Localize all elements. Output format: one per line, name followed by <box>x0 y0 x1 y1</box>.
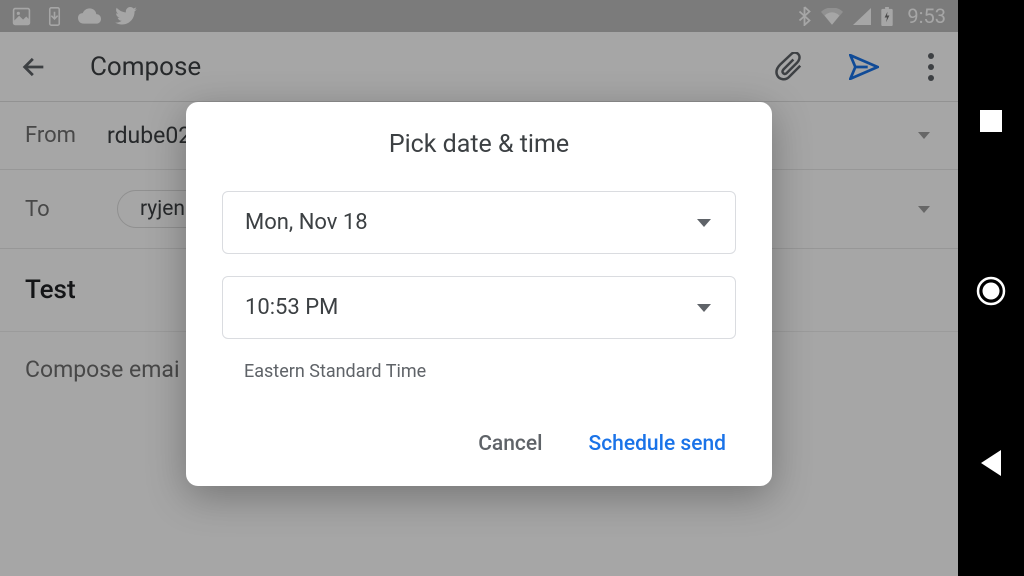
nav-back-icon[interactable] <box>981 450 1001 476</box>
nav-home-icon[interactable] <box>976 276 1006 306</box>
dropdown-caret-icon <box>697 219 711 227</box>
cancel-button[interactable]: Cancel <box>474 424 546 464</box>
time-value: 10:53 PM <box>245 295 338 320</box>
schedule-send-button[interactable]: Schedule send <box>584 424 730 464</box>
dropdown-caret-icon <box>697 304 711 312</box>
dialog-title: Pick date & time <box>222 130 736 159</box>
date-picker[interactable]: Mon, Nov 18 <box>222 191 736 254</box>
system-nav-bar <box>958 0 1024 576</box>
timezone-label: Eastern Standard Time <box>244 361 736 382</box>
date-value: Mon, Nov 18 <box>245 210 368 235</box>
time-picker[interactable]: 10:53 PM <box>222 276 736 339</box>
schedule-dialog: Pick date & time Mon, Nov 18 10:53 PM Ea… <box>186 102 772 486</box>
nav-recents-icon[interactable] <box>980 110 1002 132</box>
dialog-actions: Cancel Schedule send <box>222 424 730 464</box>
